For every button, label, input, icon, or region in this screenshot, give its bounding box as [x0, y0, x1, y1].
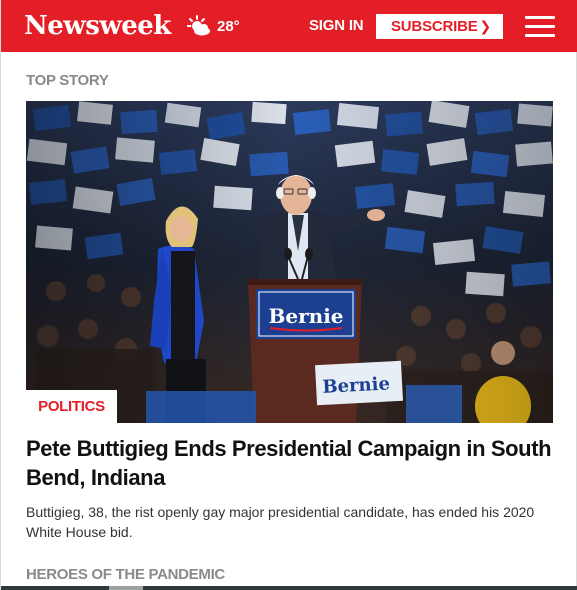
horizontal-scrollbar[interactable] — [1, 586, 577, 590]
hamburger-menu-icon[interactable] — [525, 16, 555, 38]
crowd-sign-text: Bernie — [322, 373, 391, 398]
page: Newsweek 28° SIGN IN SUBSCRIBE ❯ TOP STO… — [0, 0, 577, 590]
site-header: Newsweek 28° SIGN IN SUBSCRIBE ❯ — [1, 0, 577, 52]
subscribe-label: SUBSCRIBE — [391, 18, 478, 35]
temperature-readout: 28° — [217, 17, 240, 35]
category-badge-politics[interactable]: POLITICS — [26, 390, 117, 423]
section-label-top-story: TOP STORY — [26, 72, 109, 89]
sign-in-link[interactable]: SIGN IN — [309, 17, 364, 34]
section-label-heroes: HEROES OF THE PANDEMIC — [26, 566, 225, 583]
story-summary: Buttigieg, 38, the rist openly gay major… — [26, 504, 535, 540]
podium-sign-text: Bernie — [268, 304, 343, 328]
sun-cloud-icon — [187, 15, 213, 37]
weather-widget[interactable]: 28° — [187, 15, 240, 37]
top-story-image[interactable]: Bernie Bernie — [26, 101, 553, 423]
chevron-right-icon: ❯ — [479, 18, 491, 34]
story-headline[interactable]: Pete Buttigieg Ends Presidential Campaig… — [26, 434, 556, 492]
newsweek-logo[interactable]: Newsweek — [24, 11, 171, 41]
scrollbar-thumb[interactable] — [109, 586, 143, 590]
subscribe-button[interactable]: SUBSCRIBE ❯ — [376, 14, 503, 39]
